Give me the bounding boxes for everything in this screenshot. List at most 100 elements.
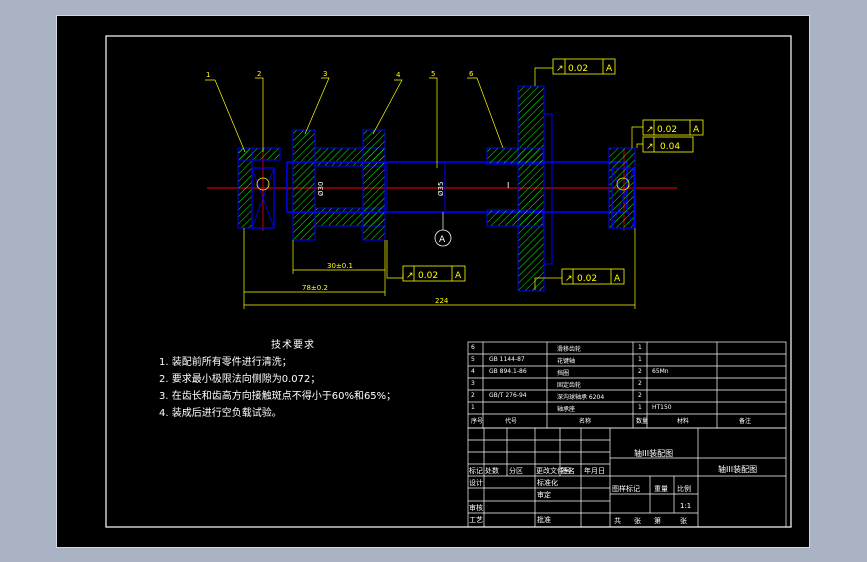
tb-sheets: 共 (614, 517, 621, 525)
drawing-name: 轴III装配图 (634, 449, 674, 458)
balloon-6: 6 (469, 70, 474, 78)
bom-header: 序号 代号 名称 数量 材料 备注 (471, 416, 786, 426)
bom-name: 固定齿轮 (557, 382, 582, 389)
drawing-name-right: 轴III装配图 (718, 465, 758, 474)
bom-no: 6 (471, 344, 475, 351)
bom-row: 1 轴承座 1 HT150 (471, 404, 786, 414)
svg-text:↗: ↗ (646, 142, 654, 152)
length-label: I (507, 181, 509, 190)
tolerance-frame-right-2: ↗ 0.04 (636, 136, 694, 153)
bom-header-name: 名称 (579, 418, 592, 425)
bom-code: GB 1144-87 (489, 356, 525, 363)
bom-row: 3 固定齿轮 2 (471, 380, 786, 390)
bom-qty: 2 (638, 392, 642, 399)
tb-stage: 图样标记 (612, 485, 640, 493)
technical-notes: 技术要求 1. 装配前所有零件进行清洗； 2. 要求最小极限法向侧隙为0.072… (159, 337, 396, 422)
svg-text:↗: ↗ (646, 125, 654, 135)
bom-row: 4 GB 894.1-86 挡圈 2 65Mn (471, 368, 786, 378)
tb-sheet-unit: 张 (634, 517, 641, 525)
dimension-224: 224 (435, 297, 449, 305)
dimension-78: 78±0.2 (302, 284, 328, 292)
bom-header-no: 序号 (471, 418, 484, 425)
svg-text:A: A (614, 274, 621, 284)
bom-name: 轴承座 (557, 406, 576, 413)
bom-row: 6 滑移齿轮 1 (471, 344, 786, 354)
bom-no: 3 (471, 380, 475, 387)
tb-page: 第 (654, 517, 661, 525)
tb-approve: 批准 (537, 516, 551, 524)
note-item: 1. 装配前所有零件进行清洗； (159, 357, 292, 368)
bom-row: 2 GB/T 276-94 深沟球轴承 6204 2 (471, 392, 786, 402)
bom-header-note: 备注 (739, 418, 752, 425)
tb-weight: 重量 (654, 485, 668, 493)
bom-name: 挡圈 (557, 370, 570, 377)
gear-4 (362, 129, 386, 241)
svg-text:↗: ↗ (565, 274, 573, 284)
balloon-1: 1 (206, 71, 210, 79)
spline-shaft (286, 161, 628, 213)
svg-text:A: A (693, 125, 700, 135)
title-block-text: 轴III装配图 轴III装配图 标记 处数 分区 更改文件号 签名 年月日 设计… (468, 428, 786, 527)
bom-row: 5 GB 1144-87 花键轴 1 (471, 356, 786, 366)
note-item: 2. 要求最小极限法向侧隙为0.072； (159, 374, 321, 385)
bom-header-code: 代号 (505, 418, 518, 425)
bom-header-qty: 数量 (636, 418, 649, 425)
bom-qty: 1 (638, 344, 642, 351)
bom-name: 滑移齿轮 (557, 346, 582, 353)
note-item: 4. 装成后进行空负载试验。 (159, 408, 282, 419)
tb-std: 标准化 (537, 479, 558, 487)
svg-text:A: A (606, 64, 613, 74)
tb-scale: 比例 (677, 485, 691, 493)
tb-sign: 签名 (561, 467, 575, 475)
bom-name: 花键轴 (557, 358, 576, 365)
bom-qty: 1 (638, 404, 642, 411)
tb-date: 年月日 (584, 467, 605, 475)
tolerance-frame-bottom-right: ↗ 0.02 A (534, 268, 625, 290)
diameter-label-1: Ø30 (317, 182, 325, 196)
bom-no: 4 (471, 368, 475, 375)
bom-material: 65Mn (652, 368, 669, 375)
balloon-4: 4 (396, 71, 401, 79)
bom-qty: 2 (638, 368, 642, 375)
tb-zone: 分区 (509, 467, 523, 475)
tb-mark: 标记 (469, 467, 483, 475)
tb-design: 设计 (469, 479, 483, 487)
svg-text:↗: ↗ (406, 271, 414, 281)
diameter-label-2: Ø35 (437, 182, 445, 196)
svg-text:0.02: 0.02 (568, 64, 588, 74)
balloon-3: 3 (323, 70, 327, 78)
tb-count: 处数 (485, 467, 499, 475)
tb-review: 审核 (469, 504, 483, 512)
bom-no: 2 (471, 392, 475, 399)
bom-qty: 1 (638, 356, 642, 363)
dimension-30: 30±0.1 (327, 262, 353, 270)
svg-text:0.04: 0.04 (660, 142, 680, 152)
sliding-gear-6 (517, 85, 545, 292)
balloon-labels: 1 2 3 4 5 6 (206, 70, 474, 79)
bom-code: GB 894.1-86 (489, 368, 527, 375)
svg-text:↗: ↗ (556, 64, 564, 74)
svg-text:0.02: 0.02 (657, 125, 677, 135)
bom-name: 深沟球轴承 6204 (557, 394, 605, 401)
bom-no: 5 (471, 356, 475, 363)
tb-scale-value: 1:1 (680, 502, 692, 510)
bom-code: GB/T 276-94 (489, 392, 527, 399)
bom-header-material: 材料 (677, 418, 690, 425)
bom-material: HT150 (652, 404, 672, 411)
svg-text:0.02: 0.02 (418, 271, 438, 281)
tb-page-unit: 张 (680, 517, 687, 525)
note-item: 3. 在齿长和齿高方向接触斑点不得小于60%和65%； (159, 391, 397, 402)
notes-title: 技术要求 (271, 340, 315, 351)
bom-no: 1 (471, 404, 475, 411)
tb-process: 工艺 (469, 516, 483, 524)
svg-text:0.02: 0.02 (577, 274, 597, 284)
svg-text:A: A (455, 271, 462, 281)
right-housing (608, 147, 636, 229)
cad-viewport[interactable]: 1 2 3 4 5 6 Ø30 Ø35 I 30±0.1 78±0.2 224 … (56, 15, 810, 548)
tolerance-frame-bottom-left: ↗ 0.02 A (386, 240, 466, 282)
datum-a-label: A (439, 235, 446, 245)
gear-3 (292, 129, 316, 241)
bom-qty: 2 (638, 380, 642, 387)
balloon-2: 2 (257, 70, 261, 78)
balloon-5: 5 (431, 70, 435, 78)
